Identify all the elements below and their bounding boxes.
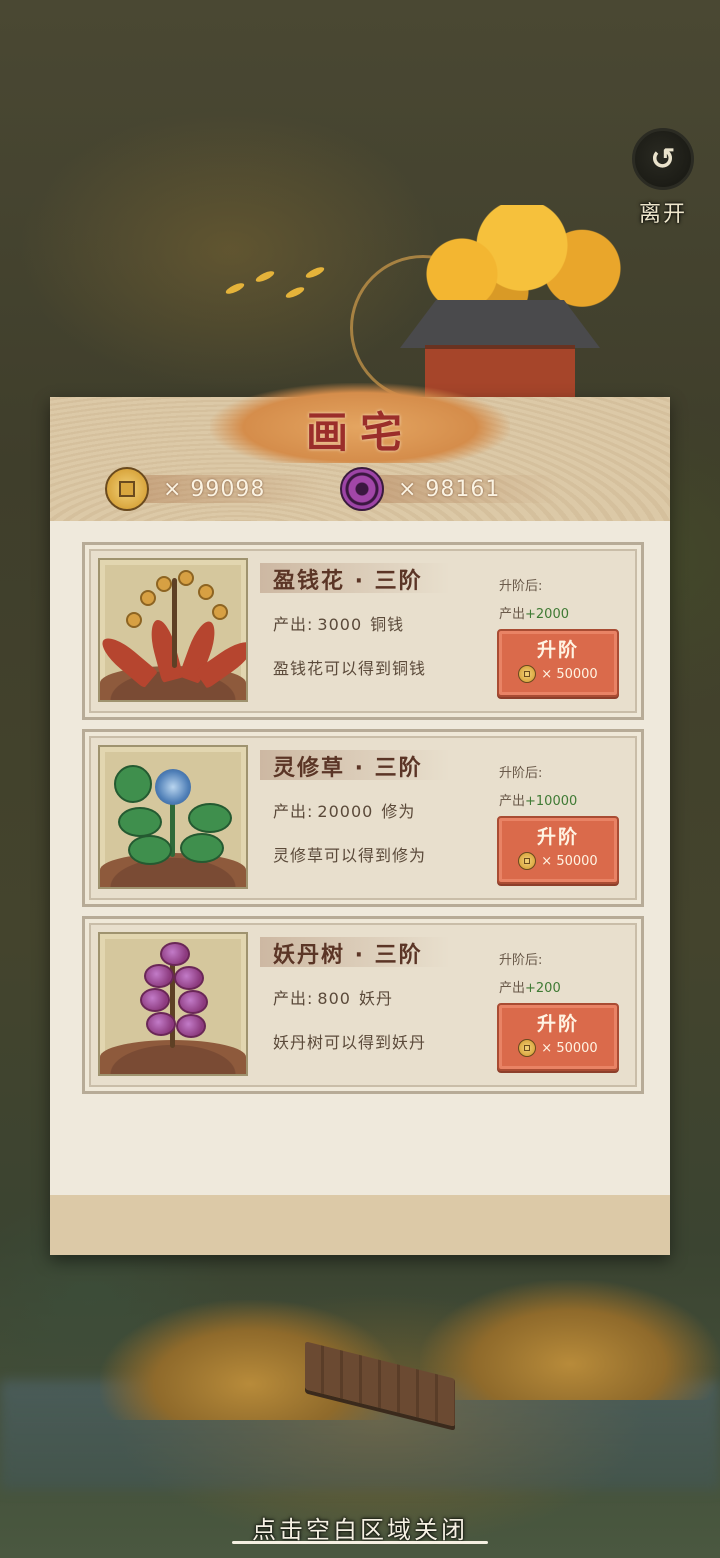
upgrade-preview-value: 产出+200 <box>499 981 561 996</box>
upgrade-preview-value: 产出+2000 <box>499 607 569 622</box>
plant-output: 产出: 3000 铜钱 <box>273 615 405 634</box>
upgrade-preview-label: 升阶后: <box>499 766 543 781</box>
plant-card: 灵修草 · 三阶 产出: 20000 修为 灵修草可以得到修为 升阶后: 产出+10… <box>82 729 644 907</box>
copper-coin-count: × 99098 <box>163 476 266 502</box>
panel-header: 画宅 × 99098 × 98161 <box>50 383 670 521</box>
demon-pill-count: × 98161 <box>398 476 501 502</box>
close-hint-underline <box>232 1541 488 1544</box>
panel-footer <box>50 1195 670 1255</box>
money-flower-icon <box>98 558 248 702</box>
panel-title: 画宅 <box>305 408 414 457</box>
plant-card: 妖丹树 · 三阶 产出: 800 妖丹 妖丹树可以得到妖丹 升阶后: 产出+200 … <box>82 916 644 1094</box>
upgrade-cost: × 50000 <box>541 666 598 682</box>
plant-output: 产出: 20000 修为 <box>273 802 416 821</box>
plant-description: 盈钱花可以得到铜钱 <box>273 659 427 678</box>
spirit-grass-icon <box>98 745 248 889</box>
demon-pill-tree-icon <box>98 932 248 1076</box>
purple-pill-icon <box>340 467 384 511</box>
upgrade-preview-label: 升阶后: <box>499 953 543 968</box>
close-hint[interactable]: 点击空白区域关闭 <box>0 1510 720 1545</box>
copper-coin-icon <box>518 852 537 870</box>
plant-name: 妖丹树 · 三阶 <box>273 943 423 968</box>
residence-panel: 画宅 × 99098 × 98161 盈钱花 · 三阶 产出: 3000 铜钱 … <box>50 383 670 1255</box>
upgrade-button[interactable]: 升阶 × 50000 <box>497 816 619 884</box>
copper-coin-icon <box>105 467 149 511</box>
return-arrow-icon: ↺ <box>632 128 694 190</box>
copper-coin-resource: × 99098 <box>105 467 325 511</box>
plant-description: 灵修草可以得到修为 <box>273 846 427 865</box>
plant-output: 产出: 800 妖丹 <box>273 989 393 1008</box>
upgrade-cost: × 50000 <box>541 853 598 869</box>
upgrade-button[interactable]: 升阶 × 50000 <box>497 629 619 697</box>
plant-card: 盈钱花 · 三阶 产出: 3000 铜钱 盈钱花可以得到铜钱 升阶后: 产出+200… <box>82 542 644 720</box>
residence-illustration <box>350 205 630 405</box>
background-lanterns <box>224 265 326 305</box>
upgrade-preview-value: 产出+10000 <box>499 794 578 809</box>
demon-pill-resource: × 98161 <box>340 467 560 511</box>
leave-label: 离开 <box>638 202 687 227</box>
background-grass <box>420 1280 720 1400</box>
upgrade-preview-label: 升阶后: <box>499 579 543 594</box>
plant-name: 灵修草 · 三阶 <box>273 756 423 781</box>
upgrade-button[interactable]: 升阶 × 50000 <box>497 1003 619 1071</box>
copper-coin-icon <box>518 665 537 683</box>
plant-description: 妖丹树可以得到妖丹 <box>273 1033 427 1052</box>
leave-button[interactable]: ↺ 离开 <box>628 128 698 228</box>
upgrade-cost: × 50000 <box>541 1040 598 1056</box>
copper-coin-icon <box>518 1039 537 1057</box>
plant-name: 盈钱花 · 三阶 <box>273 569 423 594</box>
